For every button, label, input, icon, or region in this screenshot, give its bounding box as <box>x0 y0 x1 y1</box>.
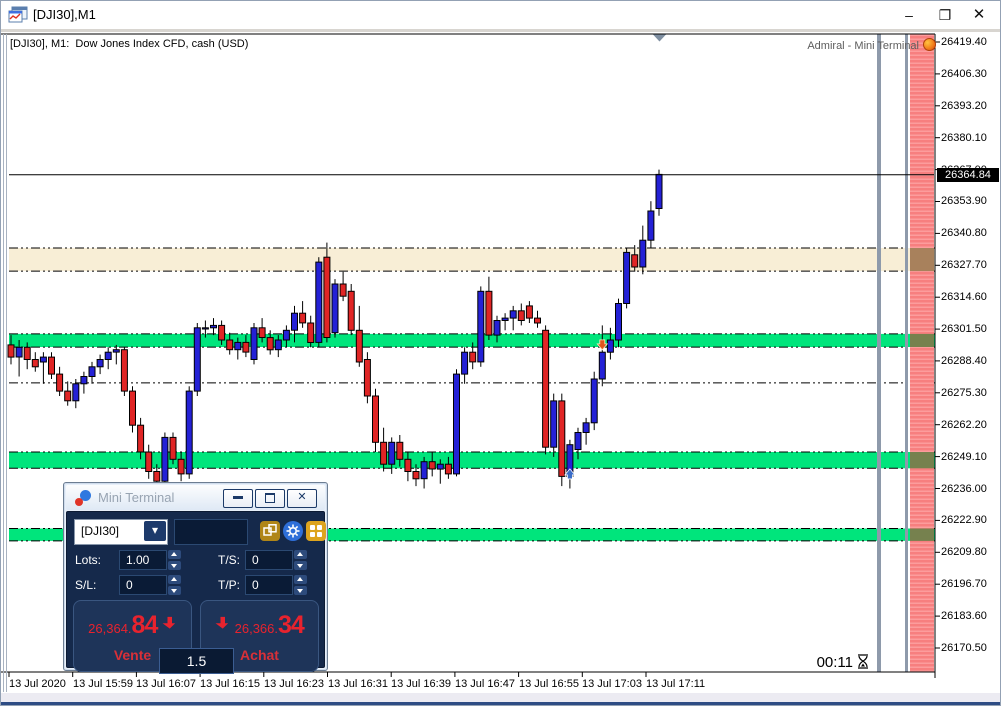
chart-symbol-label: [DJI30], M1: Dow Jones Index CFD, cash (… <box>10 38 249 50</box>
mini-terminal-logo-icon <box>75 490 91 506</box>
sell-price-big: 84 <box>131 611 159 639</box>
symbol-dropdown[interactable]: [DJI30] ▾ <box>74 519 168 545</box>
price-axis-label: 26393.20 <box>941 100 987 112</box>
price-axis-label: 26327.70 <box>941 259 987 271</box>
time-axis-label: 13 Jul 16:15 <box>200 678 260 690</box>
shift-marker-icon <box>653 34 666 42</box>
arrow-down-icon <box>162 616 175 629</box>
spread-value: 1.5 <box>159 648 234 674</box>
chart-window-icon <box>8 6 28 23</box>
time-axis-label: 13 Jul 16:47 <box>455 678 515 690</box>
time-axis-label: 13 Jul 16:07 <box>136 678 196 690</box>
symbol-dropdown-value: [DJI30] <box>81 524 120 538</box>
lots-input[interactable]: 1.00 <box>119 550 167 570</box>
sl-input[interactable]: 0 <box>119 575 167 595</box>
candle-countdown-timer: 00:11 <box>797 654 869 671</box>
price-axis-label: 26170.50 <box>941 642 987 654</box>
mini-terminal-close-button[interactable]: ✕ <box>287 489 317 508</box>
price-axis-label: 26419.40 <box>941 36 987 48</box>
lots-label: Lots: <box>75 553 102 567</box>
sl-label: S/L: <box>75 578 97 592</box>
mini-terminal-restore-button[interactable] <box>255 489 285 508</box>
admiral-logo-icon <box>923 38 936 51</box>
time-axis-label: 13 Jul 16:23 <box>264 678 324 690</box>
sell-price-small: 26,364. <box>88 621 132 636</box>
price-axis-label: 26236.00 <box>941 483 987 495</box>
tp-input[interactable]: 0 <box>245 575 293 595</box>
tp-label: T/P: <box>218 578 241 592</box>
time-axis-label: 13 Jul 15:59 <box>73 678 133 690</box>
grid-view-button[interactable] <box>306 521 326 541</box>
sell-price: 26,364.84 <box>74 611 191 640</box>
price-axis-label: 26301.50 <box>941 323 987 335</box>
chevron-down-icon[interactable]: ▾ <box>144 521 166 541</box>
countdown-value: 00:11 <box>816 654 853 671</box>
price-axis-label: 26209.80 <box>941 546 987 558</box>
bottom-bar <box>1 702 1000 705</box>
mini-terminal-title: Mini Terminal <box>98 490 175 505</box>
mt4-chart-window: [DJI30],M1 – ❐ ✕ [DJI30], M1: Dow Jones … <box>0 0 1001 706</box>
price-axis-label: 26262.20 <box>941 419 987 431</box>
hourglass-icon <box>858 654 868 669</box>
bottom-strip <box>1 693 1000 702</box>
volume-profile-band <box>910 34 934 672</box>
arrow-down-icon <box>215 616 229 629</box>
price-axis-label: 26275.30 <box>941 387 987 399</box>
window-titlebar[interactable]: [DJI30],M1 – ❐ ✕ <box>1 1 1000 29</box>
price-axis-label: 26314.60 <box>941 291 987 303</box>
buy-price-big: 34 <box>278 611 305 639</box>
minimize-button[interactable]: – <box>894 3 924 27</box>
close-button[interactable]: ✕ <box>964 3 994 27</box>
time-axis-label: 13 Jul 16:39 <box>391 678 451 690</box>
price-axis-label: 26249.10 <box>941 451 987 463</box>
price-axis-label: 26288.40 <box>941 355 987 367</box>
time-axis-label: 13 Jul 2020 <box>9 678 66 690</box>
ts-stepper[interactable] <box>294 550 307 570</box>
right-margin-columns <box>877 34 934 672</box>
sl-stepper[interactable] <box>168 575 181 595</box>
mini-terminal-titlebar[interactable]: Mini Terminal ✕ <box>66 485 325 510</box>
time-axis-label: 13 Jul 16:55 <box>519 678 579 690</box>
price-axis-label: 26222.90 <box>941 514 987 526</box>
buy-price-small: 26,366. <box>234 621 278 636</box>
price-axis-label: 26183.60 <box>941 610 987 622</box>
bid-price-label: 26364.84 <box>937 168 999 182</box>
maximize-button[interactable]: ❐ <box>930 3 960 27</box>
watermark-text: Admiral - Mini Terminal <box>807 40 919 52</box>
watermark: Admiral - Mini Terminal <box>807 38 936 52</box>
ts-input[interactable]: 0 <box>245 550 293 570</box>
tp-stepper[interactable] <box>294 575 307 595</box>
price-axis-label: 26353.90 <box>941 195 987 207</box>
price-axis-label: 26196.70 <box>941 578 987 590</box>
time-axis-label: 13 Jul 17:11 <box>646 678 706 690</box>
settings-gear-icon[interactable] <box>283 521 303 541</box>
price-axis-label: 26380.10 <box>941 132 987 144</box>
window-title: [DJI30],M1 <box>33 7 96 22</box>
candles <box>7 169 663 489</box>
mini-terminal-body: [DJI30] ▾ Lots: 1.00 T/S: 0 S/L: 0 T/P: … <box>66 511 326 674</box>
order-comment-field[interactable] <box>174 519 248 545</box>
mini-terminal-dialog[interactable]: Mini Terminal ✕ [DJI30] ▾ Lots: 1.00 T/S… <box>63 482 328 674</box>
time-axis-label: 13 Jul 16:31 <box>328 678 388 690</box>
lots-stepper[interactable] <box>168 550 181 570</box>
time-axis-label: 13 Jul 17:03 <box>582 678 642 690</box>
buy-price: 26,366.34 <box>201 611 318 640</box>
copy-trades-button[interactable] <box>260 521 280 541</box>
mini-terminal-minimize-button[interactable] <box>223 489 253 508</box>
ts-label: T/S: <box>218 553 241 567</box>
price-axis-label: 26340.80 <box>941 227 987 239</box>
price-axis-label: 26406.30 <box>941 68 987 80</box>
